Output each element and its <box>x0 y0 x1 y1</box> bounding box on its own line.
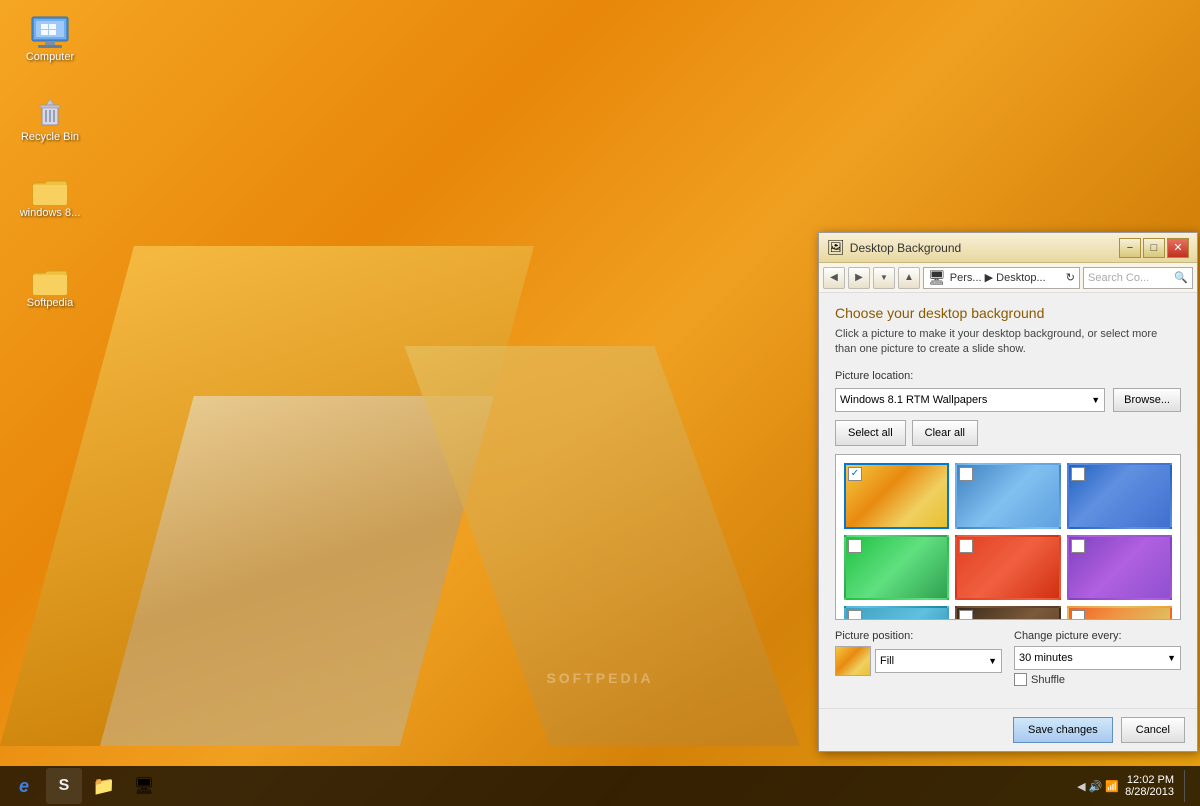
up-button[interactable]: ▲ <box>898 267 920 289</box>
address-bar: ◀ ▶ ▼ ▲ 🖥 Pers... ▶ Desktop... ↻ Search … <box>819 263 1197 293</box>
section-desc: Click a picture to make it your desktop … <box>835 327 1181 358</box>
change-chevron: ▼ <box>1167 653 1176 663</box>
picture-location-select[interactable]: Windows 8.1 RTM Wallpapers ▼ <box>835 388 1105 412</box>
action-buttons: Select all Clear all <box>835 420 1181 446</box>
close-button[interactable]: ✕ <box>1167 238 1189 258</box>
dropdown-arrow[interactable]: ▼ <box>873 267 895 289</box>
folder-softpedia-icon <box>31 265 69 297</box>
desktop-icon-recycle[interactable]: Recycle Bin <box>15 95 85 143</box>
taskbar-right: ◀ 🔊 📶 12:02 PM 8/28/2013 <box>1077 770 1196 802</box>
wallpaper-8-checkbox <box>959 610 973 620</box>
wallpaper-thumb-6[interactable] <box>1067 535 1172 601</box>
wallpaper-thumb-1[interactable]: ✓ <box>844 463 949 529</box>
picture-position-section: Picture position: Fill ▼ <box>835 630 1002 676</box>
search-icon: 🔍 <box>1174 271 1188 284</box>
softpedia-watermark: SOFTPEDIA <box>546 670 653 686</box>
picture-location-control-row: Windows 8.1 RTM Wallpapers ▼ Browse... <box>835 388 1181 412</box>
computer-icon <box>30 15 70 51</box>
taskbar: e S 📁 🖥 ◀ 🔊 📶 12:02 PM 8/28/2013 <box>0 766 1200 806</box>
picture-location-value: Windows 8.1 RTM Wallpapers <box>840 394 987 406</box>
shuffle-row: Shuffle <box>1014 673 1181 686</box>
picture-location-chevron: ▼ <box>1091 395 1100 405</box>
folder-win8-label: windows 8... <box>20 207 81 219</box>
wallpaper-grid: ✓ <box>836 455 1180 620</box>
wallpaper-7-checkbox <box>848 610 862 620</box>
picture-position-select[interactable]: Fill ▼ <box>875 649 1002 673</box>
wallpaper-grid-container[interactable]: ✓ <box>835 454 1181 620</box>
taskbar-screen-button[interactable]: 🖥 <box>126 768 162 804</box>
wallpaper-thumb-2[interactable] <box>955 463 1060 529</box>
desktop-background-dialog: 🖼 Desktop Background − □ ✕ ◀ ▶ ▼ ▲ 🖥 Per… <box>818 232 1198 752</box>
wallpaper-1-checkbox: ✓ <box>848 467 862 481</box>
picture-position-value: Fill <box>880 655 894 667</box>
softpedia-label: Softpedia <box>27 297 73 309</box>
desktop-icon-softpedia[interactable]: Softpedia <box>15 265 85 309</box>
change-picture-value: 30 minutes <box>1019 652 1073 664</box>
picture-location-row: Picture location: <box>835 370 1181 382</box>
dialog-title-icon: 🖼 <box>827 239 845 256</box>
address-path-text: Pers... ▶ Desktop... <box>950 271 1046 284</box>
dialog-title-buttons: − □ ✕ <box>1119 238 1189 258</box>
taskbar-folder-button[interactable]: 📁 <box>86 768 122 804</box>
minimize-button[interactable]: − <box>1119 238 1141 258</box>
forward-button[interactable]: ▶ <box>848 267 870 289</box>
section-title: Choose your desktop background <box>835 305 1181 321</box>
select-all-button[interactable]: Select all <box>835 420 906 446</box>
computer-label: Computer <box>26 51 74 63</box>
desktop-icon-windows8[interactable]: windows 8... <box>15 175 85 219</box>
dialog-content: Choose your desktop background Click a p… <box>819 293 1197 708</box>
dialog-title: Desktop Background <box>850 241 1119 255</box>
wallpaper-thumb-8[interactable] <box>955 606 1060 620</box>
back-button[interactable]: ◀ <box>823 267 845 289</box>
desktop-icon-computer[interactable]: Computer <box>15 15 85 63</box>
show-desktop-button[interactable] <box>1184 770 1190 802</box>
wallpaper-9-checkbox <box>1071 610 1085 620</box>
wallpaper-thumb-5[interactable] <box>955 535 1060 601</box>
clear-all-button[interactable]: Clear all <box>912 420 978 446</box>
save-changes-button[interactable]: Save changes <box>1013 717 1113 743</box>
taskbar-s-button[interactable]: S <box>46 768 82 804</box>
bottom-settings: Picture position: Fill ▼ Change picture … <box>835 630 1181 686</box>
picture-position-preview <box>835 646 871 676</box>
search-box[interactable]: Search Co... 🔍 <box>1083 267 1193 289</box>
dialog-title-bar: 🖼 Desktop Background − □ ✕ <box>819 233 1197 263</box>
wallpaper-6-checkbox <box>1071 539 1085 553</box>
wallpaper-thumb-3[interactable] <box>1067 463 1172 529</box>
change-picture-select[interactable]: 30 minutes ▼ <box>1014 646 1181 670</box>
change-picture-row: 30 minutes ▼ <box>1014 646 1181 670</box>
recycle-bin-label: Recycle Bin <box>21 131 79 143</box>
picture-location-label: Picture location: <box>835 370 935 382</box>
taskbar-date: 8/28/2013 <box>1125 786 1174 798</box>
desktop: Computer Recycle Bin windows 8... Softpe… <box>0 0 1200 806</box>
change-picture-label: Change picture every: <box>1014 630 1181 642</box>
cancel-button[interactable]: Cancel <box>1121 717 1185 743</box>
refresh-button[interactable]: ↻ <box>1066 271 1075 284</box>
recycle-bin-icon <box>32 95 68 131</box>
folder-win8-icon <box>31 175 69 207</box>
bg-shape-3 <box>404 346 800 746</box>
shuffle-label: Shuffle <box>1031 674 1065 686</box>
dialog-footer: Save changes Cancel <box>819 708 1197 751</box>
wallpaper-2-checkbox <box>959 467 973 481</box>
wallpaper-4-checkbox <box>848 539 862 553</box>
taskbar-time: 12:02 PM <box>1127 774 1174 786</box>
taskbar-ie-button[interactable]: e <box>6 768 42 804</box>
search-placeholder: Search Co... <box>1088 272 1174 284</box>
taskbar-clock[interactable]: 12:02 PM 8/28/2013 <box>1125 774 1174 798</box>
position-chevron: ▼ <box>988 656 997 666</box>
wallpaper-thumb-4[interactable] <box>844 535 949 601</box>
wallpaper-5-checkbox <box>959 539 973 553</box>
wallpaper-thumb-9[interactable] <box>1067 606 1172 620</box>
wallpaper-3-checkbox <box>1071 467 1085 481</box>
browse-button[interactable]: Browse... <box>1113 388 1181 412</box>
system-tray-icons: ◀ 🔊 📶 <box>1077 780 1119 793</box>
picture-position-row: Fill ▼ <box>835 646 1002 676</box>
wallpaper-thumb-7[interactable] <box>844 606 949 620</box>
maximize-button[interactable]: □ <box>1143 238 1165 258</box>
change-picture-section: Change picture every: 30 minutes ▼ Shuff… <box>1014 630 1181 686</box>
shuffle-checkbox[interactable] <box>1014 673 1027 686</box>
picture-position-label: Picture position: <box>835 630 1002 642</box>
address-path[interactable]: 🖥 Pers... ▶ Desktop... ↻ <box>923 267 1080 289</box>
